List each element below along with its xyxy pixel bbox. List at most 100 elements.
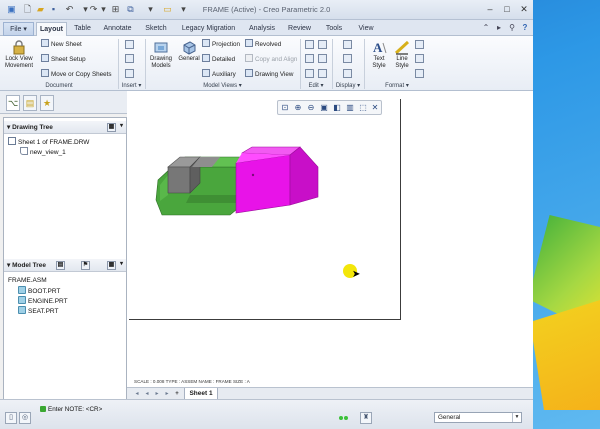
tab-sketch[interactable]: Sketch [140,22,172,36]
format-hyperlink-icon[interactable] [415,40,424,49]
sheet-setup-button[interactable]: Sheet Setup [41,54,86,64]
projection-button[interactable]: Projection [202,39,240,49]
next-sheet-icon[interactable]: ▸ [153,390,161,398]
seat-part [235,154,291,214]
text-style-icon: A [373,40,387,55]
model-tree-menu-icon[interactable]: ▾ [117,261,126,270]
find-icon[interactable]: ♜ [360,412,372,424]
navigator-panel: ▾ Drawing Tree ▦ ▾ Sheet 1 of FRAME.DRW … [3,117,127,407]
tree-item-part[interactable]: SEAT.PRT [18,306,58,316]
folder-browser-tab[interactable]: ▤ [23,95,37,111]
tab-review[interactable]: Review [283,22,316,36]
tab-table[interactable]: Table [70,22,95,36]
insert-image-icon[interactable] [125,69,134,78]
text-style-label: Text Style [372,56,386,69]
tree-filters-icon[interactable]: ⚑ [81,261,90,270]
move-copy-sheets-button[interactable]: Move or Copy Sheets [41,69,112,79]
desktop-wallpaper-leaf-yellow [530,300,600,410]
search-icon[interactable]: ⚲ [507,23,517,33]
text-style-button[interactable]: A Text Style [368,39,390,70]
navigator-toggle-icon[interactable]: ▯ [5,412,17,424]
zoom-out-icon[interactable]: ⊖ [306,103,316,113]
navigator-tree-tab[interactable]: ⌥ [6,95,20,111]
favorites-tab[interactable]: ★ [40,95,54,111]
minimize-ribbon-icon[interactable]: ⌃ [481,23,491,33]
add-sheet-icon[interactable]: + [173,390,181,398]
tab-tools[interactable]: Tools [319,22,349,36]
copy-and-align-button[interactable]: Copy and Align [245,54,297,64]
line-style-button[interactable]: Line Style [392,39,412,70]
model-tree-header[interactable]: ▾ Model Tree ▤ ⚑ ▦ ▾ [4,259,126,272]
previous-sheet-icon[interactable]: ◂ [143,390,151,398]
show-icon[interactable]: ▤ [56,261,65,270]
chevron-down-icon[interactable]: ▼ [512,413,521,422]
edit-view-icon[interactable] [318,69,327,78]
drawing-view-button[interactable]: Drawing View [245,69,293,79]
tree-item-view[interactable]: new_view_1 [20,147,66,157]
sheet-tab-bar: ◂ ◂ ▸ ▸ + Sheet 1 [127,387,533,400]
display-element-icon[interactable] [343,40,352,49]
tab-analysis[interactable]: Analysis [244,22,280,36]
general-view-button[interactable]: General [177,39,201,63]
auxiliary-label: Auxiliary [212,71,236,78]
repaint-icon[interactable]: ▣ [319,103,329,113]
datum-display-icon[interactable]: ⬚ [358,103,368,113]
browser-toggle-icon[interactable]: ◎ [19,412,31,424]
auxiliary-button[interactable]: Auxiliary [202,69,236,79]
edit-boundary-icon[interactable] [318,54,327,63]
close-button[interactable]: ✕ [517,3,531,16]
model-tree-settings-icon[interactable]: ▦ [107,261,116,270]
revolved-button[interactable]: Revolved [245,39,281,49]
insert-object-icon[interactable] [125,54,134,63]
tab-layout[interactable]: Layout [36,22,67,36]
sheet-display-icon[interactable]: ▥ [345,103,355,113]
group-label-edit[interactable]: Edit ▾ [300,82,332,91]
selection-filter[interactable]: General ▼ [434,412,522,423]
group-label-insert[interactable]: Insert ▾ [118,82,145,91]
group-label-format[interactable]: Format ▾ [364,82,430,91]
tree-item-part[interactable]: BOOT.PRT [18,286,60,296]
tree-item-assembly[interactable]: FRAME.ASM [8,276,47,286]
group-label-model-views[interactable]: Model Views ▾ [145,82,300,91]
display-hatching-icon[interactable] [343,54,352,63]
edit-arrange-icon[interactable] [305,54,314,63]
drawing-tree-title: Drawing Tree [12,124,53,131]
drawing-tree-header[interactable]: ▾ Drawing Tree ▦ ▾ [4,121,126,134]
display-edge-icon[interactable] [343,69,352,78]
zoom-in-icon[interactable]: ⊕ [293,103,303,113]
edit-align-icon[interactable] [318,40,327,49]
edit-move-icon[interactable] [305,40,314,49]
tree-item-sheet[interactable]: Sheet 1 of FRAME.DRW [8,137,89,147]
detailed-button[interactable]: Detailed [202,54,235,64]
projection-label: Projection [212,41,241,48]
annotation-display-icon[interactable]: ✕ [370,103,380,113]
new-sheet-button[interactable]: New Sheet [41,39,82,49]
edit-properties-icon[interactable] [305,69,314,78]
part-icon [18,286,26,294]
tab-view[interactable]: View [352,22,380,36]
tree-item-part[interactable]: ENGINE.PRT [18,296,68,306]
tab-file[interactable]: File ▾ [3,22,34,36]
insert-chart-icon[interactable] [125,40,134,49]
first-sheet-icon[interactable]: ◂ [133,390,141,398]
tab-legacy-migration[interactable]: Legacy Migration [176,22,241,36]
tab-annotate[interactable]: Annotate [99,22,136,36]
display-style-icon[interactable]: ◧ [332,103,342,113]
last-sheet-icon[interactable]: ▸ [163,390,171,398]
drawing-models-button[interactable]: Drawing Models [147,39,175,70]
format-line-icon[interactable] [415,69,424,78]
drawing-tree-settings-icon[interactable]: ▦ [107,123,116,132]
maximize-button[interactable]: □ [500,3,514,16]
assembly-model-view[interactable] [150,145,320,220]
group-label-display[interactable]: Display ▾ [332,82,364,91]
format-text-icon[interactable] [415,54,424,63]
drawing-tree-menu-icon[interactable]: ▾ [117,123,126,132]
refit-icon[interactable]: ⊡ [280,103,290,113]
minimize-button[interactable]: – [483,3,497,16]
help-icon[interactable]: ? [520,23,530,33]
mouse-cursor-icon: ➤ [352,269,361,280]
lock-view-movement-button[interactable]: Lock View Movement [4,39,34,70]
general-view-icon [183,41,196,55]
tree-item-label: SEAT.PRT [28,308,59,315]
ribbon-expand-icon[interactable]: ▸ [494,23,504,33]
